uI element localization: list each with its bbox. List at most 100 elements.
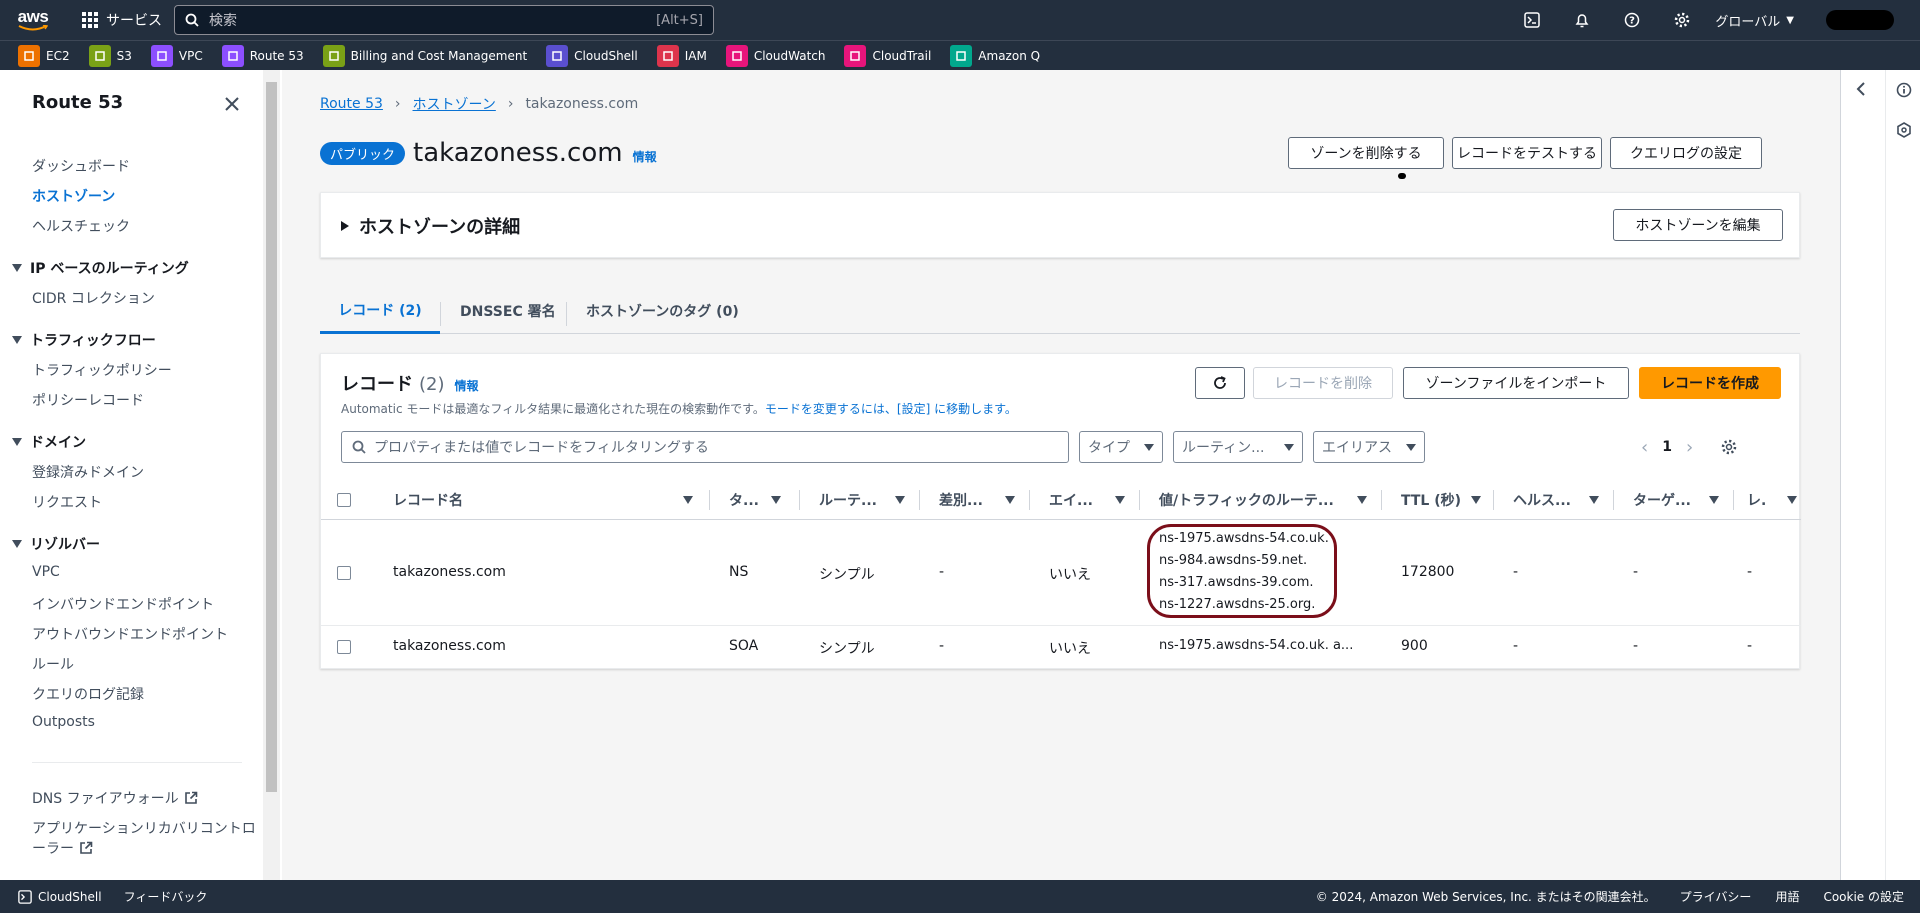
tab-records[interactable]: レコード (2) — [320, 288, 440, 334]
row-checkbox[interactable] — [337, 566, 351, 580]
favorite-item[interactable]: Billing and Cost Management — [322, 44, 527, 67]
breadcrumb-route53[interactable]: Route 53 — [320, 96, 383, 112]
column-header-ttl[interactable]: TTL (秒) — [1401, 480, 1481, 520]
favorite-item[interactable]: S3 — [88, 44, 132, 67]
sidebar-item-policy-records[interactable]: ポリシーレコード — [32, 390, 144, 410]
sidebar-item-rules[interactable]: ルール — [32, 654, 74, 674]
favorite-item[interactable]: VPC — [150, 44, 203, 67]
sidebar-item-outbound-endpoints[interactable]: アウトバウンドエンドポイント — [32, 624, 228, 644]
page-number[interactable]: 1 — [1662, 439, 1672, 455]
column-header-value[interactable]: 値/トラフィックのルーテ... — [1159, 480, 1367, 520]
column-header-type[interactable]: タ... — [729, 480, 781, 520]
sidebar-section-traffic-flow[interactable]: トラフィックフロー — [12, 330, 156, 350]
column-header-differentiator[interactable]: 差別... — [939, 480, 1015, 520]
settings-gear-icon[interactable] — [1657, 0, 1707, 40]
sidebar-section-resolver[interactable]: リゾルバー — [12, 534, 100, 554]
select-all-checkbox[interactable] — [337, 493, 351, 507]
sidebar-item-outposts[interactable]: Outposts — [32, 714, 95, 730]
notifications-bell-icon[interactable] — [1557, 0, 1607, 40]
privacy-link[interactable]: プライバシー — [1680, 888, 1752, 905]
favorite-item[interactable]: Amazon Q — [950, 44, 1040, 67]
sidebar-item-query-logging[interactable]: クエリのログ記録 — [32, 684, 144, 704]
cloudshell-footer-button[interactable]: CloudShell — [18, 890, 102, 904]
delete-record-button[interactable]: レコードを削除 — [1253, 367, 1393, 399]
breadcrumb-hosted-zones[interactable]: ホストゾーン — [413, 94, 496, 114]
prev-page-icon[interactable]: ‹ — [1641, 437, 1648, 458]
records-filter-input[interactable]: プロパティまたは値でレコードをフィルタリングする — [341, 431, 1069, 463]
sort-icon — [1357, 496, 1367, 504]
routing-filter-dropdown[interactable]: ルーティン... — [1173, 431, 1303, 463]
terms-link[interactable]: 用語 — [1775, 888, 1799, 905]
table-row[interactable]: takazoness.com SOA シンプル - いいえ ns-1975.aw… — [321, 626, 1801, 668]
alias-filter-dropdown[interactable]: エイリアス — [1313, 431, 1425, 463]
hosted-zone-details-toggle[interactable]: ホストゾーンの詳細 — [341, 213, 520, 239]
tab-tags[interactable]: ホストゾーンのタグ (0) — [586, 288, 739, 334]
create-record-button[interactable]: レコードを作成 — [1639, 367, 1781, 399]
feedback-link[interactable]: フィードバック — [124, 888, 208, 905]
column-header-target[interactable]: ターゲ... — [1633, 480, 1719, 520]
row-checkbox[interactable] — [337, 640, 351, 654]
sidebar-item-arc[interactable]: アプリケーションリカバリコントロ ーラー — [32, 818, 256, 858]
global-search-input[interactable]: 検索 [Alt+S] — [174, 5, 714, 35]
scrollbar-thumb[interactable] — [266, 82, 277, 792]
records-description: Automatic モードは最適なフィルタ結果に最適化された現在の検索動作です。… — [341, 402, 1017, 416]
sidebar-item-traffic-policies[interactable]: トラフィックポリシー — [32, 360, 172, 380]
tab-dnssec[interactable]: DNSSEC 署名 — [460, 288, 556, 334]
favorite-item[interactable]: IAM — [656, 44, 707, 67]
help-icon[interactable]: ? — [1607, 0, 1657, 40]
sidebar-item-cidr[interactable]: CIDR コレクション — [32, 288, 155, 308]
account-menu[interactable] — [1826, 10, 1894, 30]
delete-zone-button[interactable]: ゾーンを削除する — [1288, 137, 1444, 169]
column-header-health[interactable]: ヘルス... — [1513, 480, 1599, 520]
favorite-item[interactable]: CloudWatch — [725, 44, 825, 67]
refresh-button[interactable] — [1195, 367, 1245, 399]
column-header-name[interactable]: レコード名 — [393, 480, 693, 520]
sidebar-scrollbar[interactable] — [263, 70, 280, 880]
column-header-alias[interactable]: エイ... — [1049, 480, 1125, 520]
footer: CloudShell フィードバック © 2024, Amazon Web Se… — [0, 880, 1920, 913]
region-selector[interactable]: グローバル ▼ — [1715, 11, 1794, 30]
services-menu-button[interactable]: サービス — [82, 10, 162, 30]
close-icon[interactable] — [225, 92, 239, 116]
sidebar-section-ip-routing[interactable]: IP ベースのルーティング — [12, 258, 189, 278]
info-link[interactable]: 情報 — [633, 148, 657, 165]
type-filter-dropdown[interactable]: タイプ — [1079, 431, 1163, 463]
table-settings-gear-icon[interactable] — [1721, 439, 1737, 455]
refresh-icon — [1214, 376, 1226, 389]
info-icon[interactable] — [1896, 82, 1912, 102]
chevron-right-icon: › — [394, 96, 401, 112]
favorite-item[interactable]: EC2 — [18, 44, 70, 67]
sidebar-item-requests[interactable]: リクエスト — [32, 492, 102, 512]
sidebar-section-domains[interactable]: ドメイン — [12, 432, 86, 452]
side-navigation: Route 53 ダッシュボード ホストゾーン ヘルスチェック IP ベースのル… — [0, 70, 280, 880]
edit-hosted-zone-button[interactable]: ホストゾーンを編集 — [1613, 209, 1783, 241]
info-link[interactable]: 情報 — [455, 377, 479, 394]
records-panel: レコード (2) 情報 Automatic モードは最適なフィルタ結果に最適化さ… — [320, 353, 1801, 669]
sidebar-item-dashboard[interactable]: ダッシュボード — [32, 156, 130, 176]
sidebar-item-registered-domains[interactable]: 登録済みドメイン — [32, 462, 144, 482]
aws-logo[interactable]: aws — [16, 8, 50, 32]
table-row[interactable]: takazoness.com NS シンプル - いいえ ns-1975.aws… — [321, 520, 1801, 626]
sidebar-item-health-checks[interactable]: ヘルスチェック — [32, 216, 130, 236]
cloudshell-icon[interactable] — [1507, 0, 1557, 40]
favorite-item[interactable]: Route 53 — [221, 44, 304, 67]
records-title: レコード (2) 情報 — [341, 374, 479, 395]
change-mode-link[interactable]: モードを変更するには、[設定] に移動します。 — [765, 402, 1017, 416]
sort-icon — [1787, 496, 1797, 504]
cookie-settings-link[interactable]: Cookie の設定 — [1823, 888, 1904, 905]
import-zone-file-button[interactable]: ゾーンファイルをインポート — [1403, 367, 1629, 399]
chevron-left-icon[interactable] — [1855, 82, 1867, 100]
favorite-item[interactable]: CloudTrail — [844, 44, 931, 67]
column-header-record-id[interactable]: レ. — [1747, 480, 1797, 520]
sidebar-item-vpc[interactable]: VPC — [32, 564, 60, 580]
sidebar-item-dns-firewall[interactable]: DNS ファイアウォール — [32, 788, 198, 808]
test-record-button[interactable]: レコードをテストする — [1452, 137, 1602, 169]
sidebar-item-inbound-endpoints[interactable]: インバウンドエンドポイント — [32, 594, 214, 614]
next-page-icon[interactable]: › — [1686, 437, 1693, 458]
settings-hexagon-icon[interactable] — [1896, 122, 1912, 142]
favorite-item[interactable]: CloudShell — [546, 44, 638, 67]
service-icon — [950, 44, 973, 67]
column-header-routing[interactable]: ルーテ... — [819, 480, 905, 520]
query-log-settings-button[interactable]: クエリログの設定 — [1610, 137, 1762, 169]
sidebar-item-hosted-zones[interactable]: ホストゾーン — [32, 186, 115, 206]
